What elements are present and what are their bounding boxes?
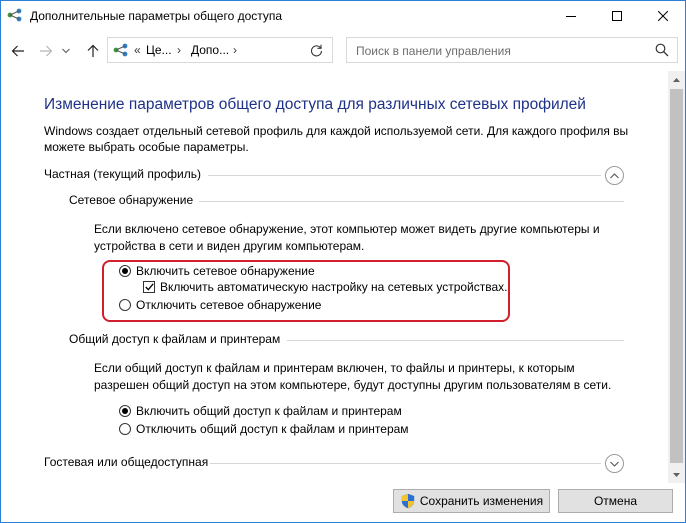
file-sharing-off-option[interactable]: Отключить общий доступ к файлам и принте… bbox=[119, 422, 409, 436]
network-discovery-on-label[interactable]: Включить сетевое обнаружение bbox=[136, 264, 315, 278]
breadcrumb-separator[interactable]: › bbox=[233, 43, 237, 57]
scroll-down-button[interactable] bbox=[668, 466, 685, 483]
maximize-icon bbox=[612, 10, 622, 21]
window-title: Дополнительные параметры общего доступа bbox=[30, 9, 283, 23]
save-changes-button[interactable]: Сохранить изменения bbox=[393, 489, 550, 513]
bottom-bar: Сохранить изменения Отмена bbox=[0, 483, 686, 522]
intro-text: Windows создает отдельный сетевой профил… bbox=[44, 124, 629, 154]
file-sharing-on-option[interactable]: Включить общий доступ к файлам и принтер… bbox=[119, 404, 402, 418]
chevron-down-icon bbox=[610, 461, 619, 467]
radio-unselected[interactable] bbox=[119, 423, 131, 435]
profile-private-label[interactable]: Частная (текущий профиль) bbox=[44, 167, 201, 181]
arrow-left-icon bbox=[11, 45, 24, 57]
close-button[interactable] bbox=[640, 0, 686, 31]
title-bar: Дополнительные параметры общего доступа bbox=[0, 0, 686, 31]
network-discovery-label: Сетевое обнаружение bbox=[69, 193, 194, 207]
back-button[interactable] bbox=[8, 41, 28, 61]
auto-setup-option[interactable]: Включить автоматическую настройку на сет… bbox=[143, 280, 508, 294]
breadcrumb-control-panel[interactable]: Це... bbox=[146, 43, 172, 57]
search-placeholder[interactable]: Поиск в панели управления bbox=[356, 44, 511, 58]
expand-guest-button[interactable] bbox=[605, 454, 624, 473]
section-divider bbox=[208, 175, 601, 176]
breadcrumb-advanced-sharing[interactable]: Допо... bbox=[191, 43, 229, 57]
network-discovery-description: Если включено сетевое обнаружение, этот … bbox=[94, 222, 600, 253]
section-divider bbox=[287, 340, 624, 341]
file-sharing-off-label[interactable]: Отключить общий доступ к файлам и принте… bbox=[136, 422, 409, 436]
radio-unselected[interactable] bbox=[119, 299, 131, 311]
file-sharing-on-label[interactable]: Включить общий доступ к файлам и принтер… bbox=[136, 404, 402, 418]
file-sharing-description: Если общий доступ к файлам и принтерам в… bbox=[94, 361, 612, 392]
content-area: Изменение параметров общего доступа для … bbox=[0, 71, 668, 483]
file-sharing-label: Общий доступ к файлам и принтерам bbox=[69, 332, 281, 346]
maximize-button[interactable] bbox=[594, 0, 640, 31]
scroll-down-icon bbox=[673, 472, 680, 477]
auto-setup-label[interactable]: Включить автоматическую настройку на сет… bbox=[160, 280, 508, 294]
section-divider bbox=[210, 463, 601, 464]
chevron-down-icon bbox=[62, 48, 70, 54]
navigation-bar: « Це... › Допо... › Поиск в панели управ… bbox=[0, 31, 686, 71]
minimize-button[interactable] bbox=[548, 0, 594, 31]
network-discovery-off-label[interactable]: Отключить сетевое обнаружение bbox=[136, 298, 321, 312]
network-discovery-off-option[interactable]: Отключить сетевое обнаружение bbox=[119, 298, 321, 312]
address-bar[interactable]: « Це... › Допо... › bbox=[107, 37, 391, 63]
shield-icon bbox=[401, 493, 415, 509]
auto-setup-checkbox[interactable] bbox=[143, 281, 155, 293]
chevron-up-icon bbox=[610, 172, 619, 178]
refresh-icon bbox=[310, 44, 322, 56]
page-title: Изменение параметров общего доступа для … bbox=[44, 96, 586, 113]
collapse-private-button[interactable] bbox=[605, 166, 624, 185]
address-overflow-marker[interactable]: « bbox=[134, 43, 141, 57]
minimize-icon bbox=[566, 15, 576, 17]
search-icon[interactable] bbox=[655, 43, 669, 57]
cancel-button[interactable]: Отмена bbox=[558, 489, 673, 513]
scroll-up-icon bbox=[673, 77, 680, 82]
section-divider bbox=[199, 201, 624, 202]
sharing-settings-window: Дополнительные параметры общего доступа bbox=[0, 0, 686, 523]
network-icon bbox=[7, 8, 22, 22]
profile-guest-label[interactable]: Гостевая или общедоступная bbox=[44, 455, 208, 469]
cancel-label[interactable]: Отмена bbox=[594, 494, 637, 508]
refresh-button[interactable] bbox=[306, 40, 326, 60]
checkmark-icon bbox=[144, 283, 154, 291]
network-icon bbox=[113, 43, 128, 57]
search-box[interactable]: Поиск в панели управления bbox=[346, 37, 678, 63]
radio-selected[interactable] bbox=[119, 265, 131, 277]
radio-selected[interactable] bbox=[119, 405, 131, 417]
network-discovery-on-option[interactable]: Включить сетевое обнаружение bbox=[119, 264, 315, 278]
up-button[interactable] bbox=[83, 41, 103, 61]
forward-button[interactable] bbox=[36, 41, 56, 61]
close-icon bbox=[658, 10, 668, 21]
arrow-right-icon bbox=[40, 45, 53, 57]
save-changes-label[interactable]: Сохранить изменения bbox=[420, 494, 543, 508]
recent-locations-button[interactable] bbox=[60, 41, 72, 61]
scroll-up-button[interactable] bbox=[668, 71, 685, 88]
scrollbar-thumb[interactable] bbox=[670, 89, 683, 463]
arrow-up-icon bbox=[87, 44, 99, 57]
vertical-scrollbar[interactable] bbox=[668, 71, 685, 483]
breadcrumb-separator[interactable]: › bbox=[177, 43, 181, 57]
